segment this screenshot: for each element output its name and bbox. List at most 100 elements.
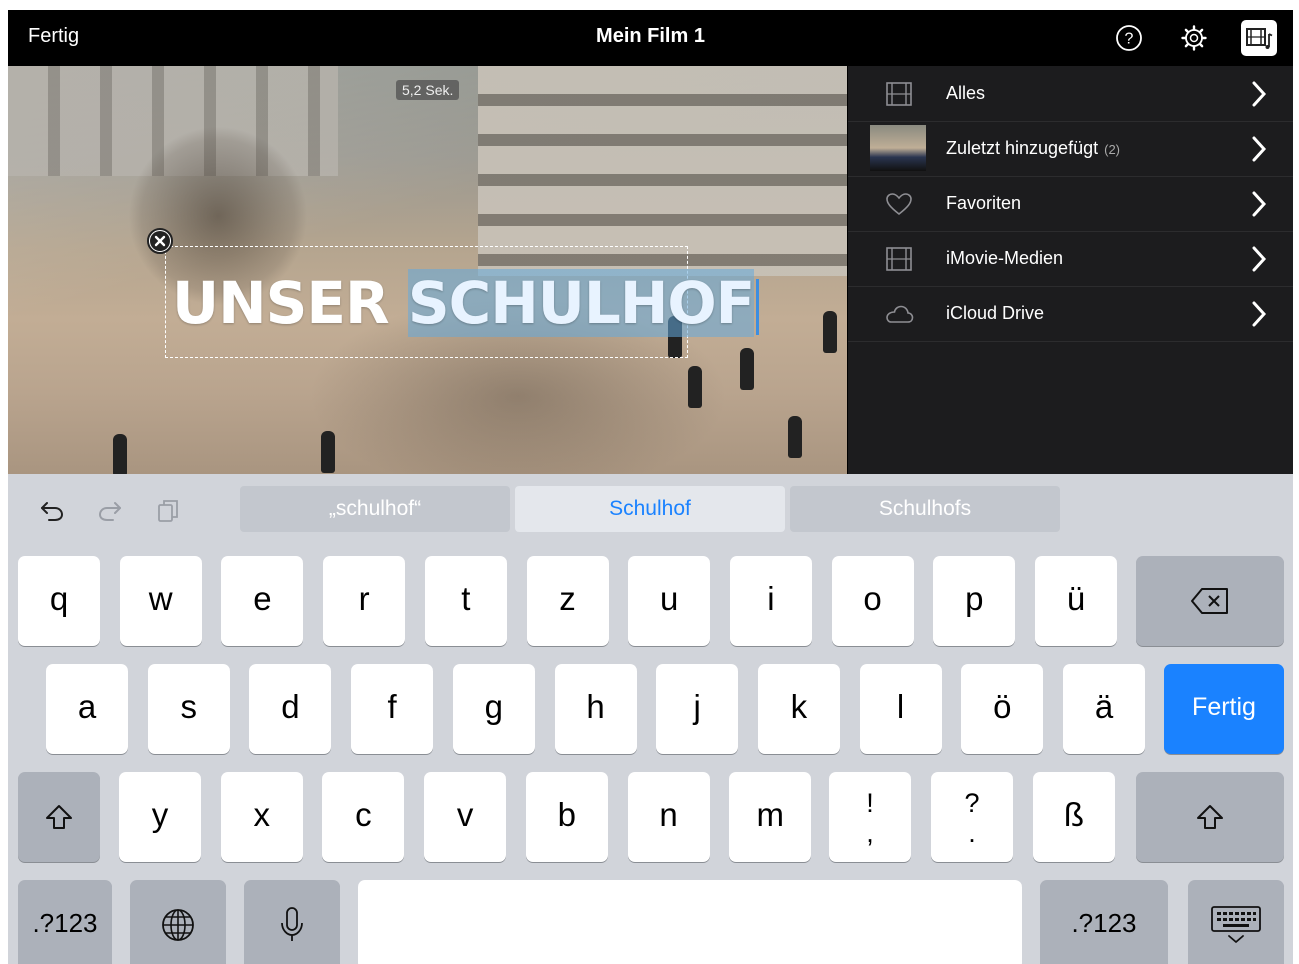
key-eszett[interactable]: ß: [1033, 772, 1115, 862]
title-text[interactable]: UNSER SCHULHOF: [172, 269, 760, 337]
key-n[interactable]: n: [627, 772, 710, 862]
person-figure: [688, 366, 702, 408]
key-j[interactable]: j: [656, 664, 739, 754]
suggestion-quoted[interactable]: „schulhof“: [240, 486, 510, 532]
key-q[interactable]: q: [18, 556, 100, 646]
key-label: ä: [1094, 688, 1114, 726]
key-label: b: [557, 796, 576, 834]
title-text-box[interactable]: UNSER SCHULHOF: [165, 246, 760, 358]
film-icon: [886, 247, 912, 271]
key-w[interactable]: w: [119, 556, 202, 646]
dictation-key[interactable]: [244, 880, 340, 964]
browser-row-label: Zuletzt hinzugefügt (2): [946, 138, 1120, 158]
remove-title-button[interactable]: [147, 228, 173, 254]
key-question-period[interactable]: ? .: [931, 772, 1013, 862]
text-cursor: [756, 278, 760, 335]
close-icon: [150, 231, 170, 251]
globe-key[interactable]: [130, 880, 226, 964]
key-ä[interactable]: ä: [1063, 664, 1145, 754]
key-a[interactable]: a: [46, 664, 128, 754]
key-o[interactable]: o: [831, 556, 914, 646]
key-label: u: [660, 580, 679, 618]
clip-duration-badge: 5,2 Sek.: [396, 80, 460, 100]
film-icon: [886, 82, 912, 106]
key-label: v: [456, 796, 474, 834]
cloud-icon: [886, 305, 914, 323]
key-label: j: [693, 688, 701, 726]
help-icon[interactable]: ?: [1115, 24, 1143, 52]
recent-count: (2): [1104, 142, 1120, 157]
key-x[interactable]: x: [220, 772, 303, 862]
key-label: f: [387, 688, 397, 726]
key-e[interactable]: e: [221, 556, 304, 646]
shift-key-right[interactable]: [1136, 772, 1284, 862]
browser-row-label: iMovie-Medien: [946, 248, 1064, 268]
key-u[interactable]: u: [628, 556, 711, 646]
key-label: d: [281, 688, 300, 726]
chevron-right-icon: [1252, 81, 1267, 107]
key-ö[interactable]: ö: [961, 664, 1044, 754]
key-r[interactable]: r: [323, 556, 406, 646]
title-text-plain: UNSER: [172, 269, 408, 337]
key-g[interactable]: g: [452, 664, 535, 754]
browser-row-imovie-media[interactable]: iMovie-Medien: [848, 231, 1293, 287]
chevron-right-icon: [1252, 246, 1267, 272]
settings-gear-icon[interactable]: [1180, 24, 1208, 52]
media-browser: Alles Zuletzt hinzugefügt (2) Favoriten i…: [847, 66, 1293, 474]
suggestion-alternative[interactable]: Schulhofs: [790, 486, 1060, 532]
key-label: o: [863, 580, 882, 618]
microphone-icon: [281, 907, 303, 941]
key-b[interactable]: b: [525, 772, 608, 862]
key-v[interactable]: v: [424, 772, 507, 862]
paste-icon[interactable]: [154, 496, 182, 524]
key-s[interactable]: s: [147, 664, 230, 754]
key-y[interactable]: y: [119, 772, 201, 862]
browser-row-favorites[interactable]: Favoriten: [848, 176, 1293, 232]
key-label: i: [767, 580, 775, 618]
key-k[interactable]: k: [757, 664, 840, 754]
chevron-right-icon: [1252, 191, 1267, 217]
numbers-key-right[interactable]: .?123: [1040, 880, 1168, 964]
key-label: ö: [993, 688, 1012, 726]
key-i[interactable]: i: [729, 556, 812, 646]
space-key[interactable]: [358, 880, 1022, 964]
media-film-music-icon: [1246, 28, 1273, 49]
media-library-button[interactable]: [1241, 20, 1277, 56]
key-h[interactable]: h: [554, 664, 637, 754]
browser-row-alles[interactable]: Alles: [848, 66, 1293, 122]
key-label: w: [148, 580, 173, 618]
key-c[interactable]: c: [322, 772, 405, 862]
key-label: r: [358, 580, 370, 618]
onscreen-keyboard: „schulhof“ Schulhof Schulhofs q w e r t z u i o p…: [8, 474, 1293, 964]
shift-key-left[interactable]: [18, 772, 100, 862]
key-d[interactable]: d: [249, 664, 332, 754]
key-t[interactable]: t: [424, 556, 507, 646]
chevron-right-icon: [1252, 136, 1267, 162]
undo-icon[interactable]: [38, 496, 66, 524]
return-key[interactable]: Fertig: [1164, 664, 1284, 754]
shift-icon: [46, 805, 72, 829]
person-figure: [788, 416, 802, 458]
key-m[interactable]: m: [729, 772, 812, 862]
key-f[interactable]: f: [351, 664, 434, 754]
top-bar: Fertig Mein Film 1 ?: [8, 10, 1293, 66]
key-label: a: [77, 688, 97, 726]
backspace-key[interactable]: [1136, 556, 1284, 646]
browser-row-icloud-drive[interactable]: iCloud Drive: [848, 286, 1293, 342]
key-p[interactable]: p: [933, 556, 1016, 646]
browser-row-recent[interactable]: Zuletzt hinzugefügt (2): [848, 121, 1293, 177]
suggestion-selected[interactable]: Schulhof: [515, 486, 785, 532]
key-label: k: [790, 688, 808, 726]
hide-keyboard-key[interactable]: [1188, 880, 1284, 964]
globe-icon: [162, 909, 194, 941]
done-button[interactable]: Fertig: [28, 25, 79, 48]
redo-icon[interactable]: [96, 496, 124, 524]
imovie-app: Fertig Mein Film 1 ? 5,2 Sek. UNSER SCHU…: [8, 10, 1293, 964]
key-z[interactable]: z: [526, 556, 609, 646]
key-ü[interactable]: ü: [1035, 556, 1117, 646]
key-l[interactable]: l: [859, 664, 942, 754]
person-figure: [321, 431, 335, 473]
video-preview[interactable]: 5,2 Sek. UNSER SCHULHOF: [8, 66, 847, 474]
key-exclamation-comma[interactable]: ! ,: [829, 772, 911, 862]
numbers-key-left[interactable]: .?123: [18, 880, 112, 964]
